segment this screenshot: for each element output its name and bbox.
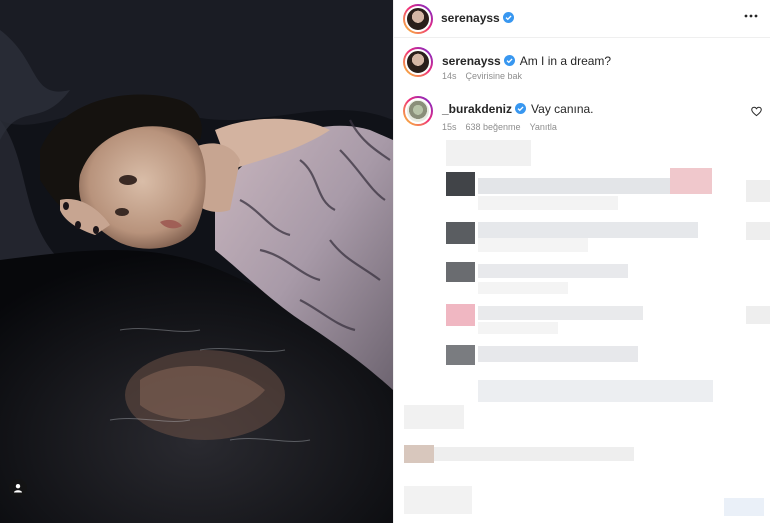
heart-icon[interactable] [751,106,762,117]
caption-username[interactable]: serenayss [442,54,501,68]
caption-text: Am I in a dream? [519,54,612,68]
comment-username[interactable]: _burakdeniz [442,102,512,116]
caption-avatar[interactable] [403,47,433,77]
caption-time[interactable]: 14s [442,71,457,81]
author-avatar[interactable] [403,4,433,34]
author-username[interactable]: serenayss [441,11,500,25]
verified-badge-icon [502,12,514,23]
post-photo[interactable] [0,0,393,523]
reply-button[interactable]: Yanıtla [530,122,557,132]
comment-text: Vay canına. [531,102,594,116]
verified-badge-icon [515,103,527,114]
comment-avatar[interactable] [403,96,433,126]
post-header: serenayss [394,0,770,38]
photo-image [0,0,393,523]
verified-badge-icon [503,55,515,66]
post-side-panel: serenayss serenayss Am I in a dream? 14s Ç… [393,0,770,523]
comment-likes[interactable]: 638 beğenme [466,122,521,132]
comment-time[interactable]: 15s [442,122,457,132]
more-options-icon[interactable] [744,11,758,21]
user-tag-button[interactable] [9,479,27,497]
user-tag-icon [14,484,22,493]
translate-link[interactable]: Çevirisine bak [466,71,523,81]
